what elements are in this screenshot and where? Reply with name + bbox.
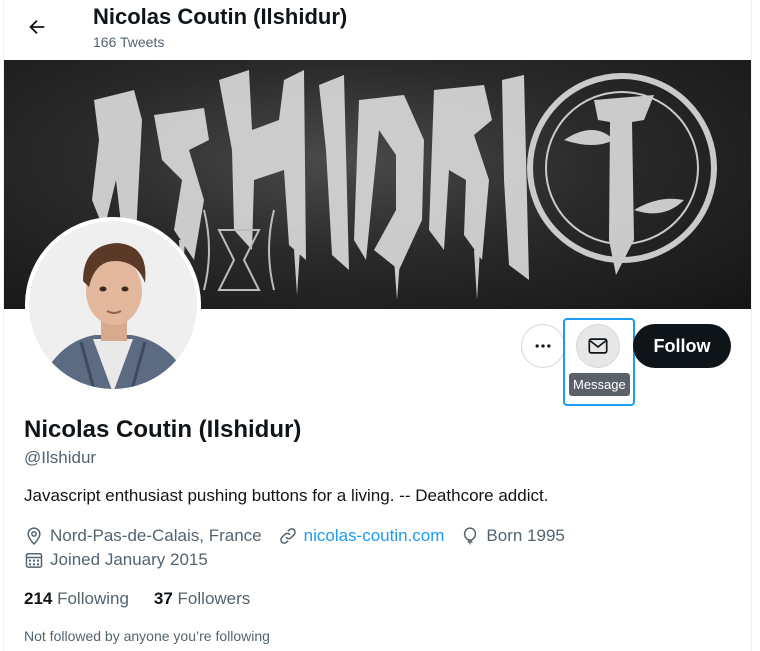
followers-count: 37: [153, 589, 178, 608]
avatar[interactable]: [25, 217, 201, 393]
more-horizontal-icon: [535, 344, 551, 348]
link-icon: [279, 528, 296, 544]
profile-name: Nicolas Coutin (Ilshidur): [24, 416, 302, 443]
following-label: Following: [57, 589, 129, 608]
message-button[interactable]: [576, 324, 620, 368]
follow-stats: 214 Following 37 Followers: [24, 589, 275, 609]
joined: Joined January 2015: [24, 550, 208, 570]
profile-header: Nicolas Coutin (Ilshidur) 166 Tweets: [4, 0, 751, 60]
mutual-followers-note: Not followed by anyone you’re following: [24, 628, 270, 644]
followers-stat[interactable]: 37 Followers: [154, 589, 250, 609]
birthday: Born 1995: [460, 526, 565, 546]
tweet-count: 166 Tweets: [93, 34, 165, 50]
followers-label: Followers: [177, 589, 251, 608]
message-tooltip: Message: [569, 373, 630, 396]
website-link[interactable]: nicolas-coutin.com: [304, 526, 445, 546]
following-count: 214: [24, 589, 58, 608]
profile-photo: [25, 217, 201, 393]
calendar-icon: [25, 553, 43, 568]
birthday-text: Born 1995: [486, 526, 565, 545]
profile-joined-row: Joined January 2015: [24, 550, 224, 570]
profile-bio: Javascript enthusiast pushing buttons fo…: [24, 486, 549, 505]
location-text: Nord-Pas-de-Calais, France: [50, 526, 262, 545]
location: Nord-Pas-de-Calais, France: [24, 526, 262, 546]
profile-handle: @Ilshidur: [24, 448, 97, 467]
following-stat[interactable]: 214 Following: [24, 589, 129, 609]
envelope-icon: [588, 338, 608, 354]
balloon-icon: [464, 527, 477, 545]
follow-button[interactable]: Follow: [633, 324, 731, 368]
arrow-left-icon: [29, 19, 45, 35]
header-title: Nicolas Coutin (Ilshidur): [93, 4, 348, 29]
joined-text: Joined January 2015: [50, 550, 208, 569]
location-pin-icon: [27, 527, 41, 545]
profile-meta-row: Nord-Pas-de-Calais, France nicolas-couti…: [24, 526, 581, 546]
back-button[interactable]: [20, 10, 54, 44]
profile-column: Nicolas Coutin (Ilshidur) 166 Tweets Mes…: [3, 0, 752, 651]
website[interactable]: nicolas-coutin.com: [278, 526, 445, 546]
more-button[interactable]: [521, 324, 565, 368]
